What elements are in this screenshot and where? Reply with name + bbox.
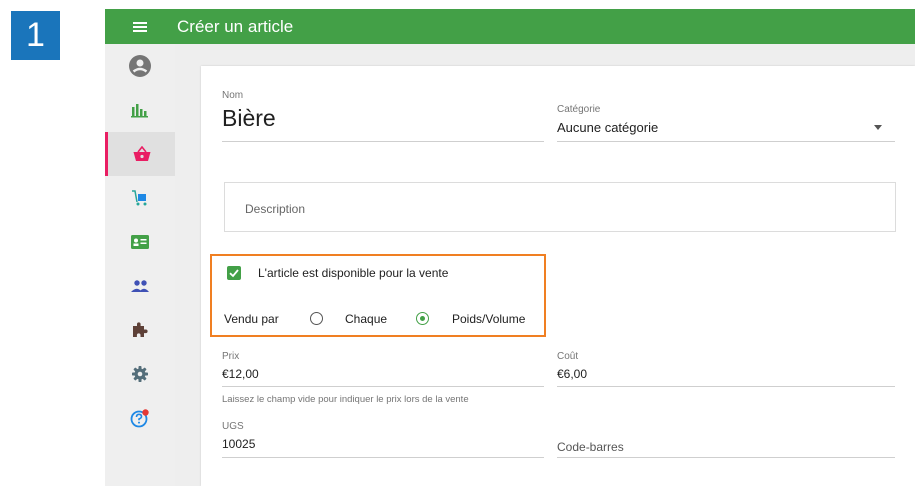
sidebar-item-inventory[interactable] [105,176,175,220]
name-label: Nom [222,90,244,101]
barcode-underline [557,457,895,458]
radio-weight-volume-label[interactable]: Poids/Volume [452,312,525,326]
sidebar-item-account[interactable] [105,44,175,88]
menu-icon[interactable] [133,20,147,34]
barcode-input[interactable]: Code-barres [557,440,624,454]
sold-by-label: Vendu par [224,312,279,326]
description-placeholder: Description [245,202,306,216]
cost-label: Coût [557,351,579,362]
employees-icon [131,280,149,292]
price-label: Prix [222,351,240,362]
sidebar-item-settings[interactable] [105,352,175,396]
sidebar [105,44,175,486]
description-field[interactable]: Description [224,182,896,232]
help-icon [130,409,149,428]
category-label: Catégorie [557,104,601,115]
customer-card-icon [131,235,149,249]
available-label: L'article est disponible pour la vente [258,266,449,280]
price-input[interactable]: €12,00 [222,367,259,381]
radio-each[interactable] [310,312,323,325]
basket-icon [133,146,150,161]
sku-underline [222,457,544,458]
name-input[interactable]: Bière [222,105,276,132]
step-badge: 1 [11,11,60,60]
name-underline [222,141,544,142]
settings-icon [132,366,148,382]
category-underline [557,141,895,142]
app-window: Créer un article Nom Bière Catégorie Auc… [105,9,915,486]
page-title: Créer un article [177,16,294,36]
sidebar-item-items[interactable] [105,132,175,176]
top-app-bar: Créer un article [105,9,915,44]
sku-input[interactable]: 10025 [222,437,255,451]
item-form-card: Nom Bière Catégorie Aucune catégorie Des… [201,66,915,486]
account-icon [129,55,151,77]
category-select[interactable]: Aucune catégorie [557,120,658,135]
radio-weight-volume[interactable] [416,312,429,325]
price-hint: Laissez le champ vide pour indiquer le p… [222,394,469,405]
sidebar-item-reports[interactable] [105,88,175,132]
reports-icon [131,104,148,118]
cost-underline [557,386,895,387]
integrations-icon [133,322,148,337]
available-checkbox[interactable] [227,266,241,280]
sku-label: UGS [222,421,244,432]
sidebar-item-help[interactable] [105,396,175,440]
sidebar-item-customers[interactable] [105,220,175,264]
cost-input[interactable]: €6,00 [557,367,587,381]
radio-each-label[interactable]: Chaque [345,312,387,326]
sidebar-item-employees[interactable] [105,264,175,308]
availability-highlight: L'article est disponible pour la vente V… [210,254,546,337]
chevron-down-icon[interactable] [874,125,882,130]
price-underline [222,386,544,387]
inventory-icon [132,190,147,206]
sidebar-item-integrations[interactable] [105,308,175,352]
checkmark-icon [229,269,239,278]
